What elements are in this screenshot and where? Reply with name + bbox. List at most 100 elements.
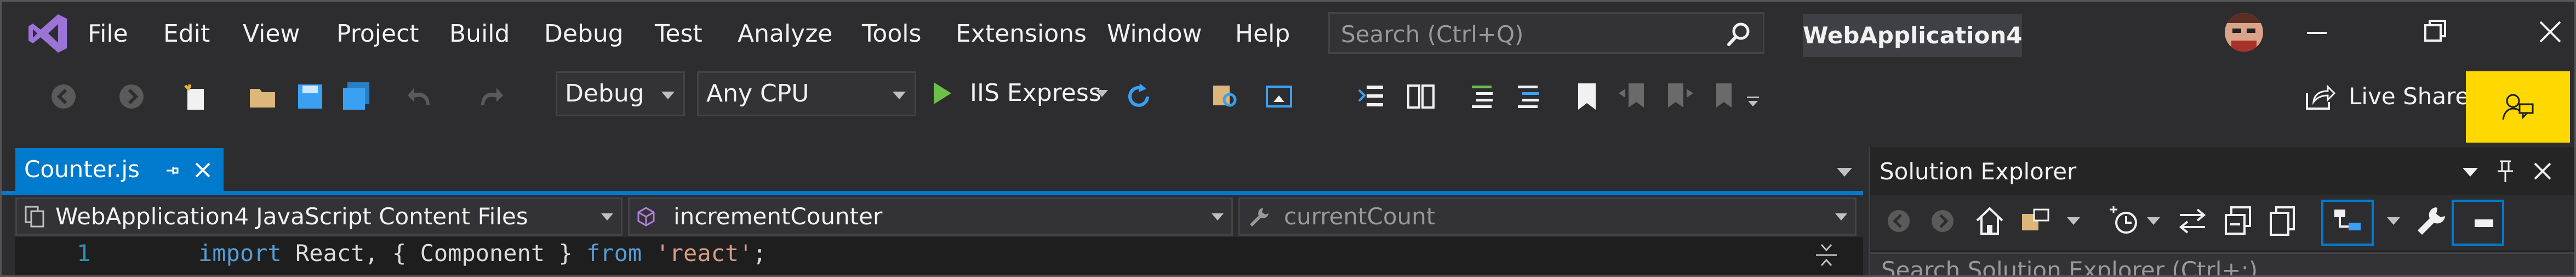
clear-bookmarks-icon[interactable]: [1709, 80, 1741, 113]
chevron-down-icon: [601, 213, 613, 221]
uncomment-lines-icon[interactable]: [1512, 80, 1545, 113]
live-share-icon: [2306, 84, 2335, 110]
menu-project[interactable]: Project: [336, 21, 419, 47]
previous-bookmark-icon[interactable]: [1617, 80, 1649, 113]
pending-changes-filter-icon[interactable]: [2107, 204, 2141, 238]
se-back-icon[interactable]: [1882, 204, 1916, 238]
se-forward-icon[interactable]: [1926, 204, 1960, 238]
play-icon: [934, 82, 951, 104]
chevron-down-icon: [1835, 213, 1847, 221]
navigate-forward-icon[interactable]: [115, 80, 148, 113]
sync-with-document-icon[interactable]: [2175, 204, 2209, 238]
avatar[interactable]: [2225, 13, 2263, 52]
scope-dropdown-value: currentCount: [1284, 203, 1436, 230]
se-search-placeholder: Search Solution Explorer (Ctrl+;): [1881, 257, 2258, 277]
save-all-icon[interactable]: [340, 80, 373, 113]
pin-icon[interactable]: [163, 162, 180, 179]
chevron-down-icon: [1212, 213, 1224, 221]
live-share-label: Live Share: [2349, 83, 2470, 110]
preview-pane-icon: [2464, 219, 2493, 227]
close-tab-icon[interactable]: [193, 160, 213, 180]
save-icon[interactable]: [294, 80, 327, 113]
restore-icon[interactable]: [2420, 16, 2451, 47]
open-folder-icon[interactable]: [247, 80, 279, 113]
comment-lines-icon[interactable]: [1466, 80, 1499, 113]
method-icon: [637, 207, 655, 227]
editor-tab-accent: [0, 191, 1863, 195]
chevron-down-icon[interactable]: [1096, 90, 1108, 97]
solution-explorer-search-input[interactable]: Search Solution Explorer (Ctrl+;): [1870, 252, 2576, 277]
toolbar-overflow-icon[interactable]: [1745, 93, 1761, 110]
tab-list-dropdown-icon[interactable]: [1835, 165, 1854, 180]
search-icon[interactable]: [1724, 20, 1753, 49]
chevron-down-icon[interactable]: [2146, 215, 2161, 227]
tab-counter-js[interactable]: Counter.js: [15, 148, 224, 192]
window-position-dropdown-icon[interactable]: [2460, 165, 2480, 181]
home-icon[interactable]: [1973, 204, 2007, 238]
step-over-icon[interactable]: [1404, 80, 1437, 113]
editor-tab-strip: [0, 143, 1863, 195]
navigate-back-icon[interactable]: [47, 80, 80, 113]
preview-selected-items-toggle[interactable]: [2321, 200, 2374, 246]
minimize-icon[interactable]: [2301, 16, 2332, 47]
redo-icon[interactable]: [472, 80, 505, 113]
solution-explorer-title: Solution Explorer: [1880, 158, 2077, 185]
visual-studio-logo-icon[interactable]: [26, 12, 69, 55]
menu-file[interactable]: File: [88, 21, 128, 47]
close-icon[interactable]: [2535, 16, 2566, 47]
feedback-icon: [2502, 94, 2534, 120]
show-all-files-icon[interactable]: [2266, 204, 2300, 238]
solution-name-badge: WebApplication4: [1803, 14, 2023, 57]
preview-pane-toggle[interactable]: [2452, 200, 2504, 246]
chevron-down-icon[interactable]: [2386, 215, 2401, 227]
search-placeholder: Search (Ctrl+Q): [1341, 21, 1524, 48]
code-identifiers: React, { Component }: [281, 240, 587, 267]
feedback-button[interactable]: [2466, 71, 2570, 143]
menu-tools[interactable]: Tools: [862, 21, 921, 47]
menu-window[interactable]: Window: [1107, 21, 1202, 47]
close-panel-icon[interactable]: [2532, 160, 2554, 182]
menu-analyze[interactable]: Analyze: [738, 21, 832, 47]
auto-hide-pin-icon[interactable]: [2494, 159, 2516, 184]
project-dropdown-value: WebApplication4 JavaScript Content Files: [55, 203, 528, 230]
platform-select[interactable]: Any CPU: [697, 71, 916, 116]
scope-dropdown[interactable]: currentCount: [1238, 197, 1857, 236]
wrench-icon: [1250, 208, 1269, 227]
refresh-icon[interactable]: [1122, 80, 1155, 113]
collapse-all-icon[interactable]: [2221, 204, 2255, 238]
menu-build[interactable]: Build: [449, 21, 510, 47]
tab-label: Counter.js: [24, 156, 140, 183]
undo-icon[interactable]: [405, 80, 438, 113]
find-in-files-icon[interactable]: [1208, 80, 1241, 113]
chevron-down-icon: [661, 92, 675, 99]
new-item-icon[interactable]: [180, 80, 213, 113]
run-target-label: IIS Express: [970, 79, 1101, 107]
menu-view[interactable]: View: [243, 21, 300, 47]
menu-edit[interactable]: Edit: [163, 21, 210, 47]
properties-icon[interactable]: [2414, 204, 2448, 238]
line-number: 1: [77, 240, 91, 267]
menu-extensions[interactable]: Extensions: [956, 21, 1087, 47]
chevron-down-icon: [893, 92, 906, 99]
bookmark-icon[interactable]: [1570, 80, 1603, 113]
menu-test[interactable]: Test: [655, 21, 702, 47]
next-bookmark-icon[interactable]: [1663, 80, 1695, 113]
chevron-down-icon[interactable]: [2066, 215, 2081, 227]
menu-debug[interactable]: Debug: [544, 21, 624, 47]
switch-views-icon[interactable]: [2019, 204, 2053, 238]
browser-link-icon[interactable]: [1263, 80, 1295, 113]
project-dropdown[interactable]: WebApplication4 JavaScript Content Files: [15, 197, 622, 236]
step-into-icon[interactable]: [1356, 80, 1389, 113]
search-input[interactable]: Search (Ctrl+Q): [1328, 12, 1764, 54]
menu-help[interactable]: Help: [1235, 21, 1290, 47]
code-line-1[interactable]: import React, { Component } from 'react'…: [198, 237, 767, 270]
configuration-value: Debug: [565, 80, 644, 108]
split-editor-icon[interactable]: [1814, 241, 1839, 269]
platform-value: Any CPU: [706, 80, 809, 108]
code-string: 'react': [655, 240, 753, 267]
member-dropdown[interactable]: incrementCounter: [628, 197, 1233, 236]
tree-view-icon: [2334, 210, 2361, 230]
code-semicolon: ;: [752, 240, 767, 267]
configuration-select[interactable]: Debug: [556, 71, 685, 116]
